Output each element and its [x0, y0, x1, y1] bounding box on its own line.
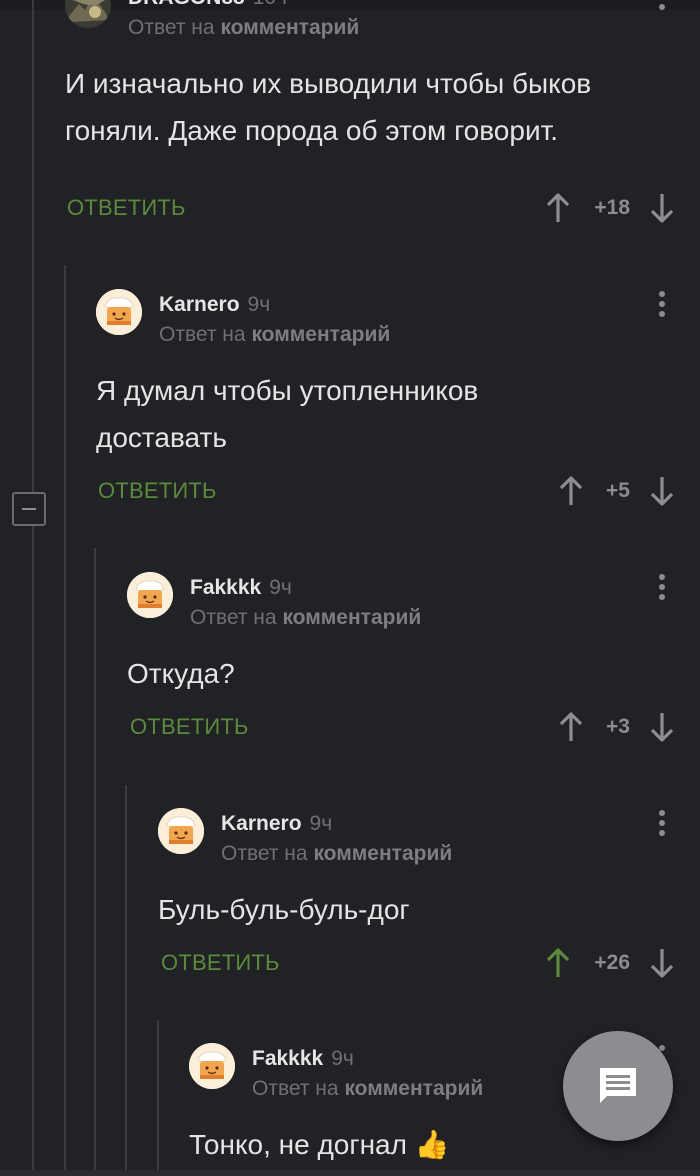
- comment: Fakkkk 9ч Ответ на комментарий Откуда?: [127, 572, 700, 732]
- arrow-up-icon[interactable]: [545, 192, 571, 224]
- avatar-image: [65, 0, 111, 28]
- arrow-down-icon[interactable]: [649, 475, 675, 507]
- comment-time: 10ч: [253, 0, 287, 9]
- comment-rating: +5: [606, 479, 630, 502]
- comment-rating: +26: [594, 951, 630, 974]
- avatar[interactable]: [127, 572, 173, 618]
- comment-text: Тонко, не догнал 👍: [189, 1129, 450, 1160]
- comment: Karnero 9ч Ответ на комментарий Я думал ч…: [96, 289, 700, 489]
- avatar-image: [158, 808, 204, 854]
- more-vertical-icon: [659, 574, 665, 580]
- reply-to-label[interactable]: Ответ на комментарий: [128, 16, 359, 40]
- reply-to-label[interactable]: Ответ на комментарий: [159, 323, 390, 347]
- avatar-image: [189, 1043, 235, 1089]
- comment-author[interactable]: Fakkkk 9ч: [190, 576, 292, 600]
- reply-button[interactable]: ОТВЕТИТЬ: [161, 950, 280, 976]
- comment-author[interactable]: DRAGON8810ч: [128, 0, 287, 10]
- more-options-button[interactable]: [656, 0, 668, 14]
- reply-button[interactable]: ОТВЕТИТЬ: [67, 195, 186, 221]
- more-options-button[interactable]: [656, 574, 668, 604]
- thread-line: [32, 0, 34, 492]
- arrow-up-icon[interactable]: [545, 947, 571, 979]
- comment-text: Я думал чтобы утопленников доставать: [96, 375, 479, 453]
- reply-button[interactable]: ОТВЕТИТЬ: [130, 714, 249, 740]
- bottom-strip: [0, 1170, 700, 1176]
- reply-to-label[interactable]: Ответ на комментарий: [190, 606, 421, 630]
- reply-to-label[interactable]: Ответ на комментарий: [252, 1077, 483, 1101]
- comment-time: 9ч: [247, 293, 271, 316]
- comment-text: И изначально их выводили чтобы быков гоня…: [65, 68, 592, 146]
- comment-author[interactable]: Fakkkk 9ч: [252, 1047, 354, 1071]
- thread-line: [125, 785, 127, 1170]
- avatar[interactable]: [158, 808, 204, 854]
- add-comment-button[interactable]: [563, 1031, 673, 1141]
- thread-line: [32, 526, 34, 1170]
- comment-author[interactable]: Karnero 9ч: [159, 293, 270, 317]
- comment-time: 9ч: [309, 812, 333, 835]
- thumbs-up-emoji: 👍: [414, 1129, 450, 1160]
- thread-line: [157, 1020, 159, 1170]
- avatar-image: [96, 289, 142, 335]
- comment-time: 9ч: [331, 1047, 354, 1070]
- comment-icon: [600, 1068, 636, 1103]
- thread-line: [64, 265, 66, 1170]
- avatar-image: [127, 572, 173, 618]
- more-vertical-icon: [659, 810, 665, 816]
- comment-text: Буль-буль-буль-дог: [158, 894, 410, 925]
- arrow-down-icon[interactable]: [649, 711, 675, 743]
- avatar[interactable]: [96, 289, 142, 335]
- arrow-down-icon[interactable]: [649, 192, 675, 224]
- more-vertical-icon: [659, 291, 665, 297]
- comment-time: 9ч: [269, 576, 292, 599]
- comment-rating: +18: [594, 196, 630, 219]
- avatar[interactable]: [65, 0, 111, 28]
- reply-button[interactable]: ОТВЕТИТЬ: [98, 478, 217, 504]
- arrow-down-icon[interactable]: [649, 947, 675, 979]
- comment: DRAGON8810ч Ответ на комментарий И изнач…: [65, 0, 700, 212]
- more-options-button[interactable]: [656, 291, 668, 321]
- comment-author[interactable]: Karnero 9ч: [221, 812, 332, 836]
- collapse-thread-button[interactable]: [12, 492, 46, 526]
- thread-line: [94, 548, 96, 1170]
- comment-text: Откуда?: [127, 658, 235, 689]
- comment-rating: +3: [606, 715, 630, 738]
- reply-to-label[interactable]: Ответ на комментарий: [221, 842, 452, 866]
- avatar[interactable]: [189, 1043, 235, 1089]
- more-options-button[interactable]: [656, 810, 668, 840]
- comment: Karnero 9ч Ответ на комментарий Буль-буль…: [158, 808, 700, 968]
